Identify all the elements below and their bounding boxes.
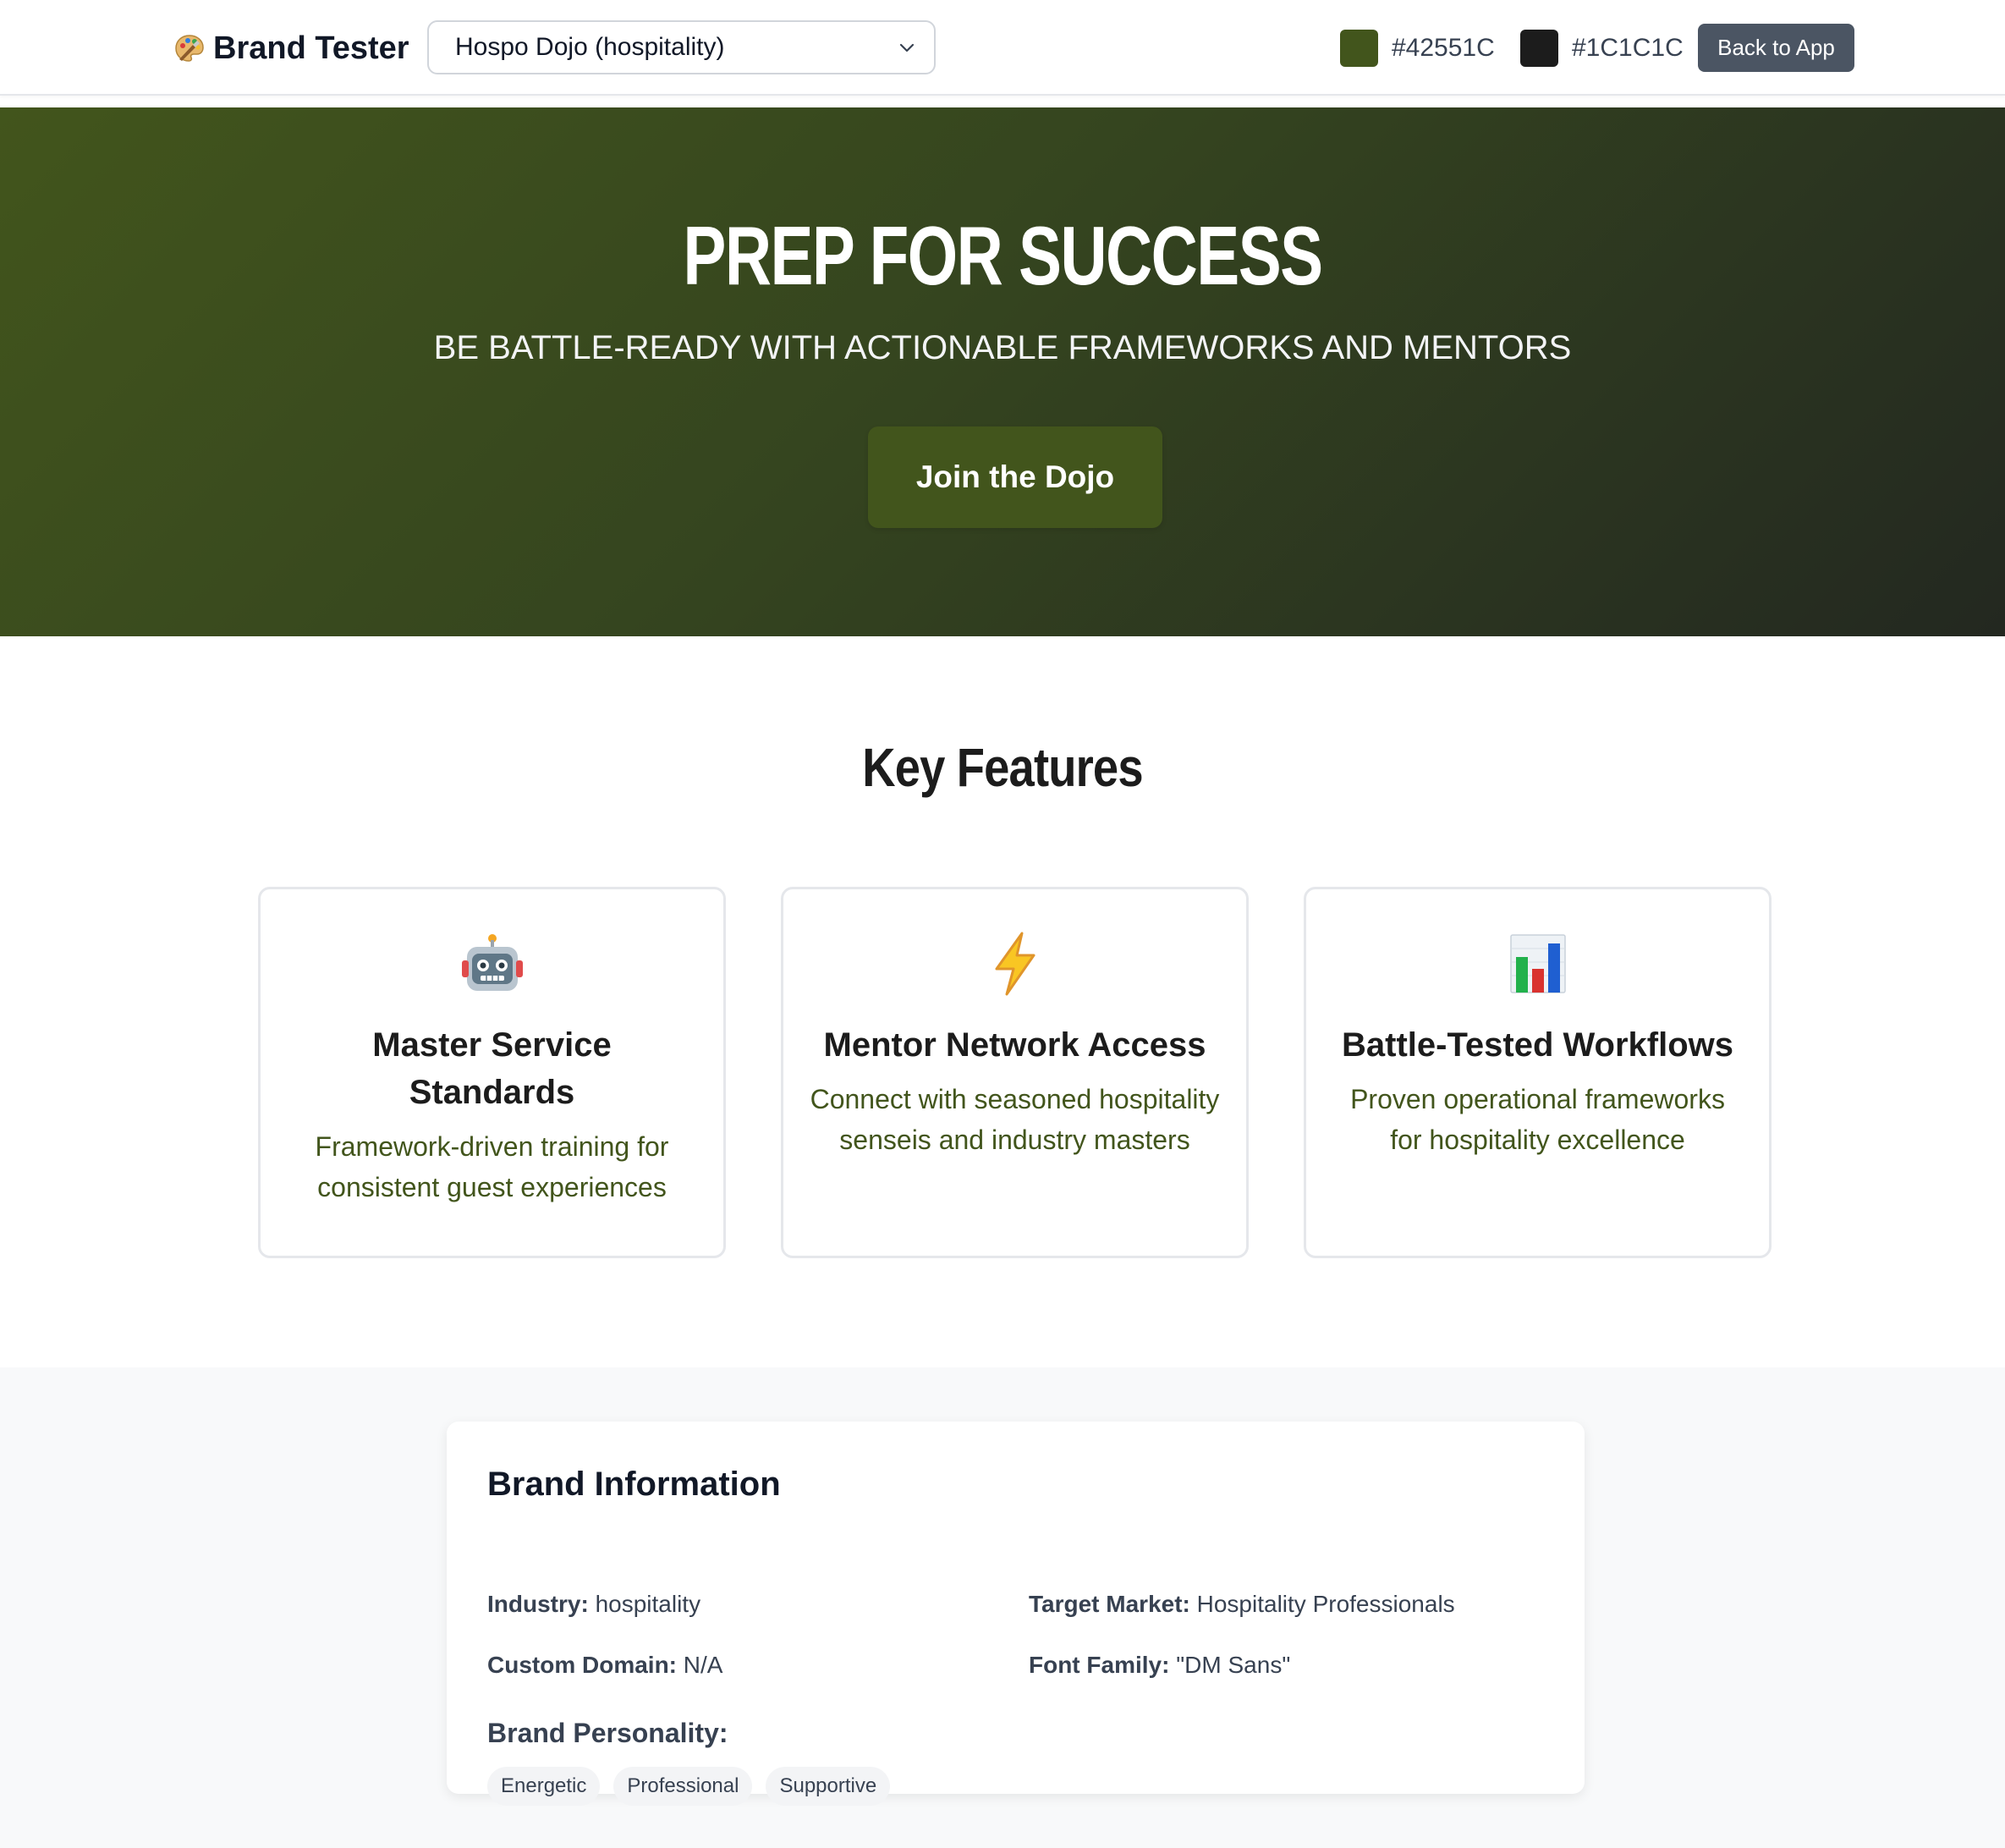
- font-family-value: "DM Sans": [1176, 1652, 1291, 1678]
- personality-tag: Supportive: [766, 1767, 891, 1806]
- brand-info-section: Brand Information Industry: hospitality …: [0, 1367, 2005, 1848]
- font-family-row: Font Family: "DM Sans": [1029, 1652, 1290, 1679]
- secondary-color-hex: #1C1C1C: [1572, 34, 1684, 62]
- hero-section: PREP FOR SUCCESS BE BATTLE-READY WITH AC…: [0, 107, 2005, 636]
- custom-domain-row: Custom Domain: N/A: [487, 1652, 722, 1679]
- target-market-value: Hospitality Professionals: [1196, 1591, 1455, 1617]
- custom-domain-label: Custom Domain:: [487, 1652, 677, 1678]
- industry-row: Industry: hospitality: [487, 1591, 700, 1618]
- target-market-label: Target Market:: [1029, 1591, 1190, 1617]
- brand-select-dropdown[interactable]: Hospo Dojo (hospitality): [427, 20, 936, 74]
- feature-description: Proven operational frameworks for hospit…: [1350, 1084, 1725, 1155]
- join-dojo-button[interactable]: Join the Dojo: [868, 426, 1162, 528]
- feature-description: Framework-driven training for consistent…: [315, 1131, 669, 1202]
- chevron-down-icon: [899, 43, 915, 52]
- brand-info-title: Brand Information: [487, 1466, 781, 1503]
- industry-value: hospitality: [595, 1591, 701, 1617]
- hero-subtitle: BE BATTLE-READY WITH ACTIONABLE FRAMEWOR…: [433, 329, 1572, 366]
- primary-color-swatch: [1340, 30, 1378, 67]
- feature-card-workflows: Battle-Tested Workflows Proven operation…: [1304, 887, 1772, 1258]
- brand-title: Brand Tester: [213, 30, 409, 66]
- primary-color-indicator: #42551C: [1340, 29, 1495, 68]
- brand-logo: Brand Tester: [174, 24, 409, 73]
- brand-personality-label: Brand Personality:: [487, 1718, 728, 1748]
- hero-title: PREP FOR SUCCESS: [683, 209, 1323, 302]
- brand-select-value: Hospo Dojo (hospitality): [455, 33, 725, 61]
- secondary-color-swatch: [1520, 30, 1558, 67]
- robot-icon: [461, 934, 523, 991]
- feature-description: Connect with seasoned hospitality sensei…: [810, 1084, 1220, 1155]
- font-family-label: Font Family:: [1029, 1652, 1170, 1678]
- back-to-app-button[interactable]: Back to App: [1698, 24, 1854, 72]
- palette-icon: [175, 35, 204, 62]
- features-heading: Key Features: [862, 737, 1143, 798]
- secondary-color-indicator: #1C1C1C: [1520, 29, 1684, 68]
- lightning-icon: [995, 932, 1035, 996]
- feature-card-service-standards: Master Service Standards Framework-drive…: [258, 887, 726, 1258]
- bar-chart-icon: [1509, 934, 1566, 993]
- feature-title: Battle-Tested Workflows: [1341, 1026, 1734, 1064]
- brand-personality-tags: Energetic Professional Supportive: [487, 1767, 891, 1806]
- primary-color-hex: #42551C: [1392, 34, 1495, 62]
- industry-label: Industry:: [487, 1591, 589, 1617]
- top-bar: Brand Tester Hospo Dojo (hospitality) #4…: [0, 0, 2005, 96]
- brand-info-card: Brand Information Industry: hospitality …: [447, 1422, 1585, 1806]
- feature-title: Mentor Network Access: [823, 1026, 1206, 1064]
- custom-domain-value: N/A: [683, 1652, 723, 1678]
- personality-tag: Professional: [613, 1767, 753, 1806]
- feature-card-mentor-network: Mentor Network Access Connect with seaso…: [781, 887, 1249, 1258]
- feature-title: Master Service Standards: [372, 1026, 612, 1111]
- personality-tag: Energetic: [487, 1767, 601, 1806]
- target-market-row: Target Market: Hospitality Professionals: [1029, 1591, 1455, 1618]
